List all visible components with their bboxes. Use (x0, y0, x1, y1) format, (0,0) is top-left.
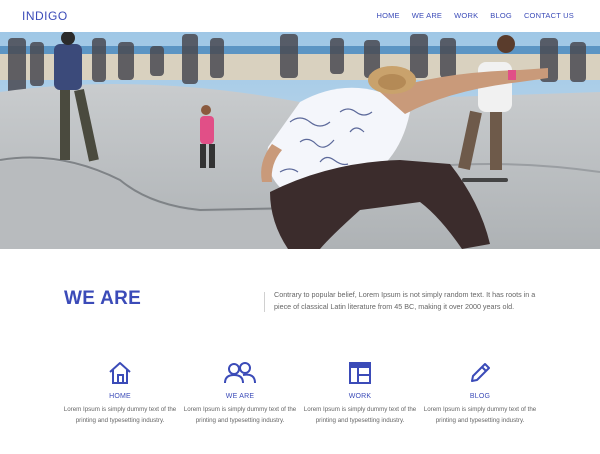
about-description: Contrary to popular belief, Lorem Ipsum … (274, 290, 536, 311)
top-navigation-bar: INDIGO HOME WE ARE WORK BLOG CONTACT US (0, 0, 600, 32)
main-nav: HOME WE ARE WORK BLOG CONTACT US (376, 11, 574, 20)
feature-work-title: WORK (348, 393, 372, 400)
feature-blog-title: BLOG (469, 393, 491, 400)
nav-blog-link[interactable]: BLOG (490, 11, 512, 20)
skateboarder-photo (0, 32, 600, 249)
feature-blog-text: Lorem Ipsum is simply dummy text of the … (423, 406, 537, 424)
layout-icon (349, 362, 371, 384)
feature-work-text: Lorem Ipsum is simply dummy text of the … (303, 406, 417, 424)
about-title: WE ARE (64, 288, 142, 309)
nav-work-link[interactable]: WORK (454, 11, 478, 20)
feature-we-are-text: Lorem Ipsum is simply dummy text of the … (183, 406, 297, 424)
pencil-icon (471, 363, 490, 382)
vertical-divider (264, 292, 265, 312)
users-icon (224, 362, 256, 384)
feature-home-text: Lorem Ipsum is simply dummy text of the … (63, 406, 177, 424)
nav-contact-us-link[interactable]: CONTACT US (524, 11, 574, 20)
feature-home[interactable]: HOME Lorem Ipsum is simply dummy text of… (60, 360, 180, 426)
feature-blog[interactable]: BLOG Lorem Ipsum is simply dummy text of… (420, 360, 540, 426)
feature-work[interactable]: WORK Lorem Ipsum is simply dummy text of… (300, 360, 420, 426)
nav-home-link[interactable]: HOME (376, 11, 399, 20)
brand-logo[interactable]: INDIGO (22, 9, 68, 23)
feature-we-are[interactable]: WE ARE Lorem Ipsum is simply dummy text … (180, 360, 300, 426)
home-icon (109, 362, 131, 384)
feature-home-title: HOME (109, 393, 131, 400)
feature-we-are-title: WE ARE (225, 393, 255, 400)
nav-we-are-link[interactable]: WE ARE (412, 11, 442, 20)
hero-image (0, 32, 600, 249)
